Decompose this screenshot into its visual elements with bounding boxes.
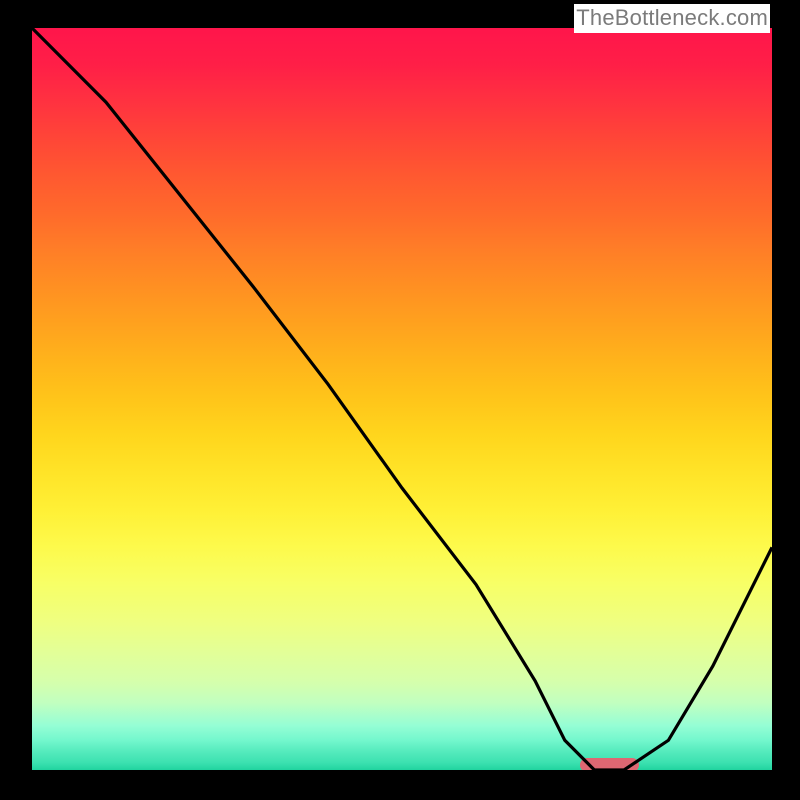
chart-frame (32, 28, 772, 770)
bottleneck-curve (32, 28, 772, 770)
bottleneck-curve-path (32, 28, 772, 770)
watermark-label: TheBottleneck.com (574, 4, 770, 33)
chart-plot-area (32, 28, 772, 770)
